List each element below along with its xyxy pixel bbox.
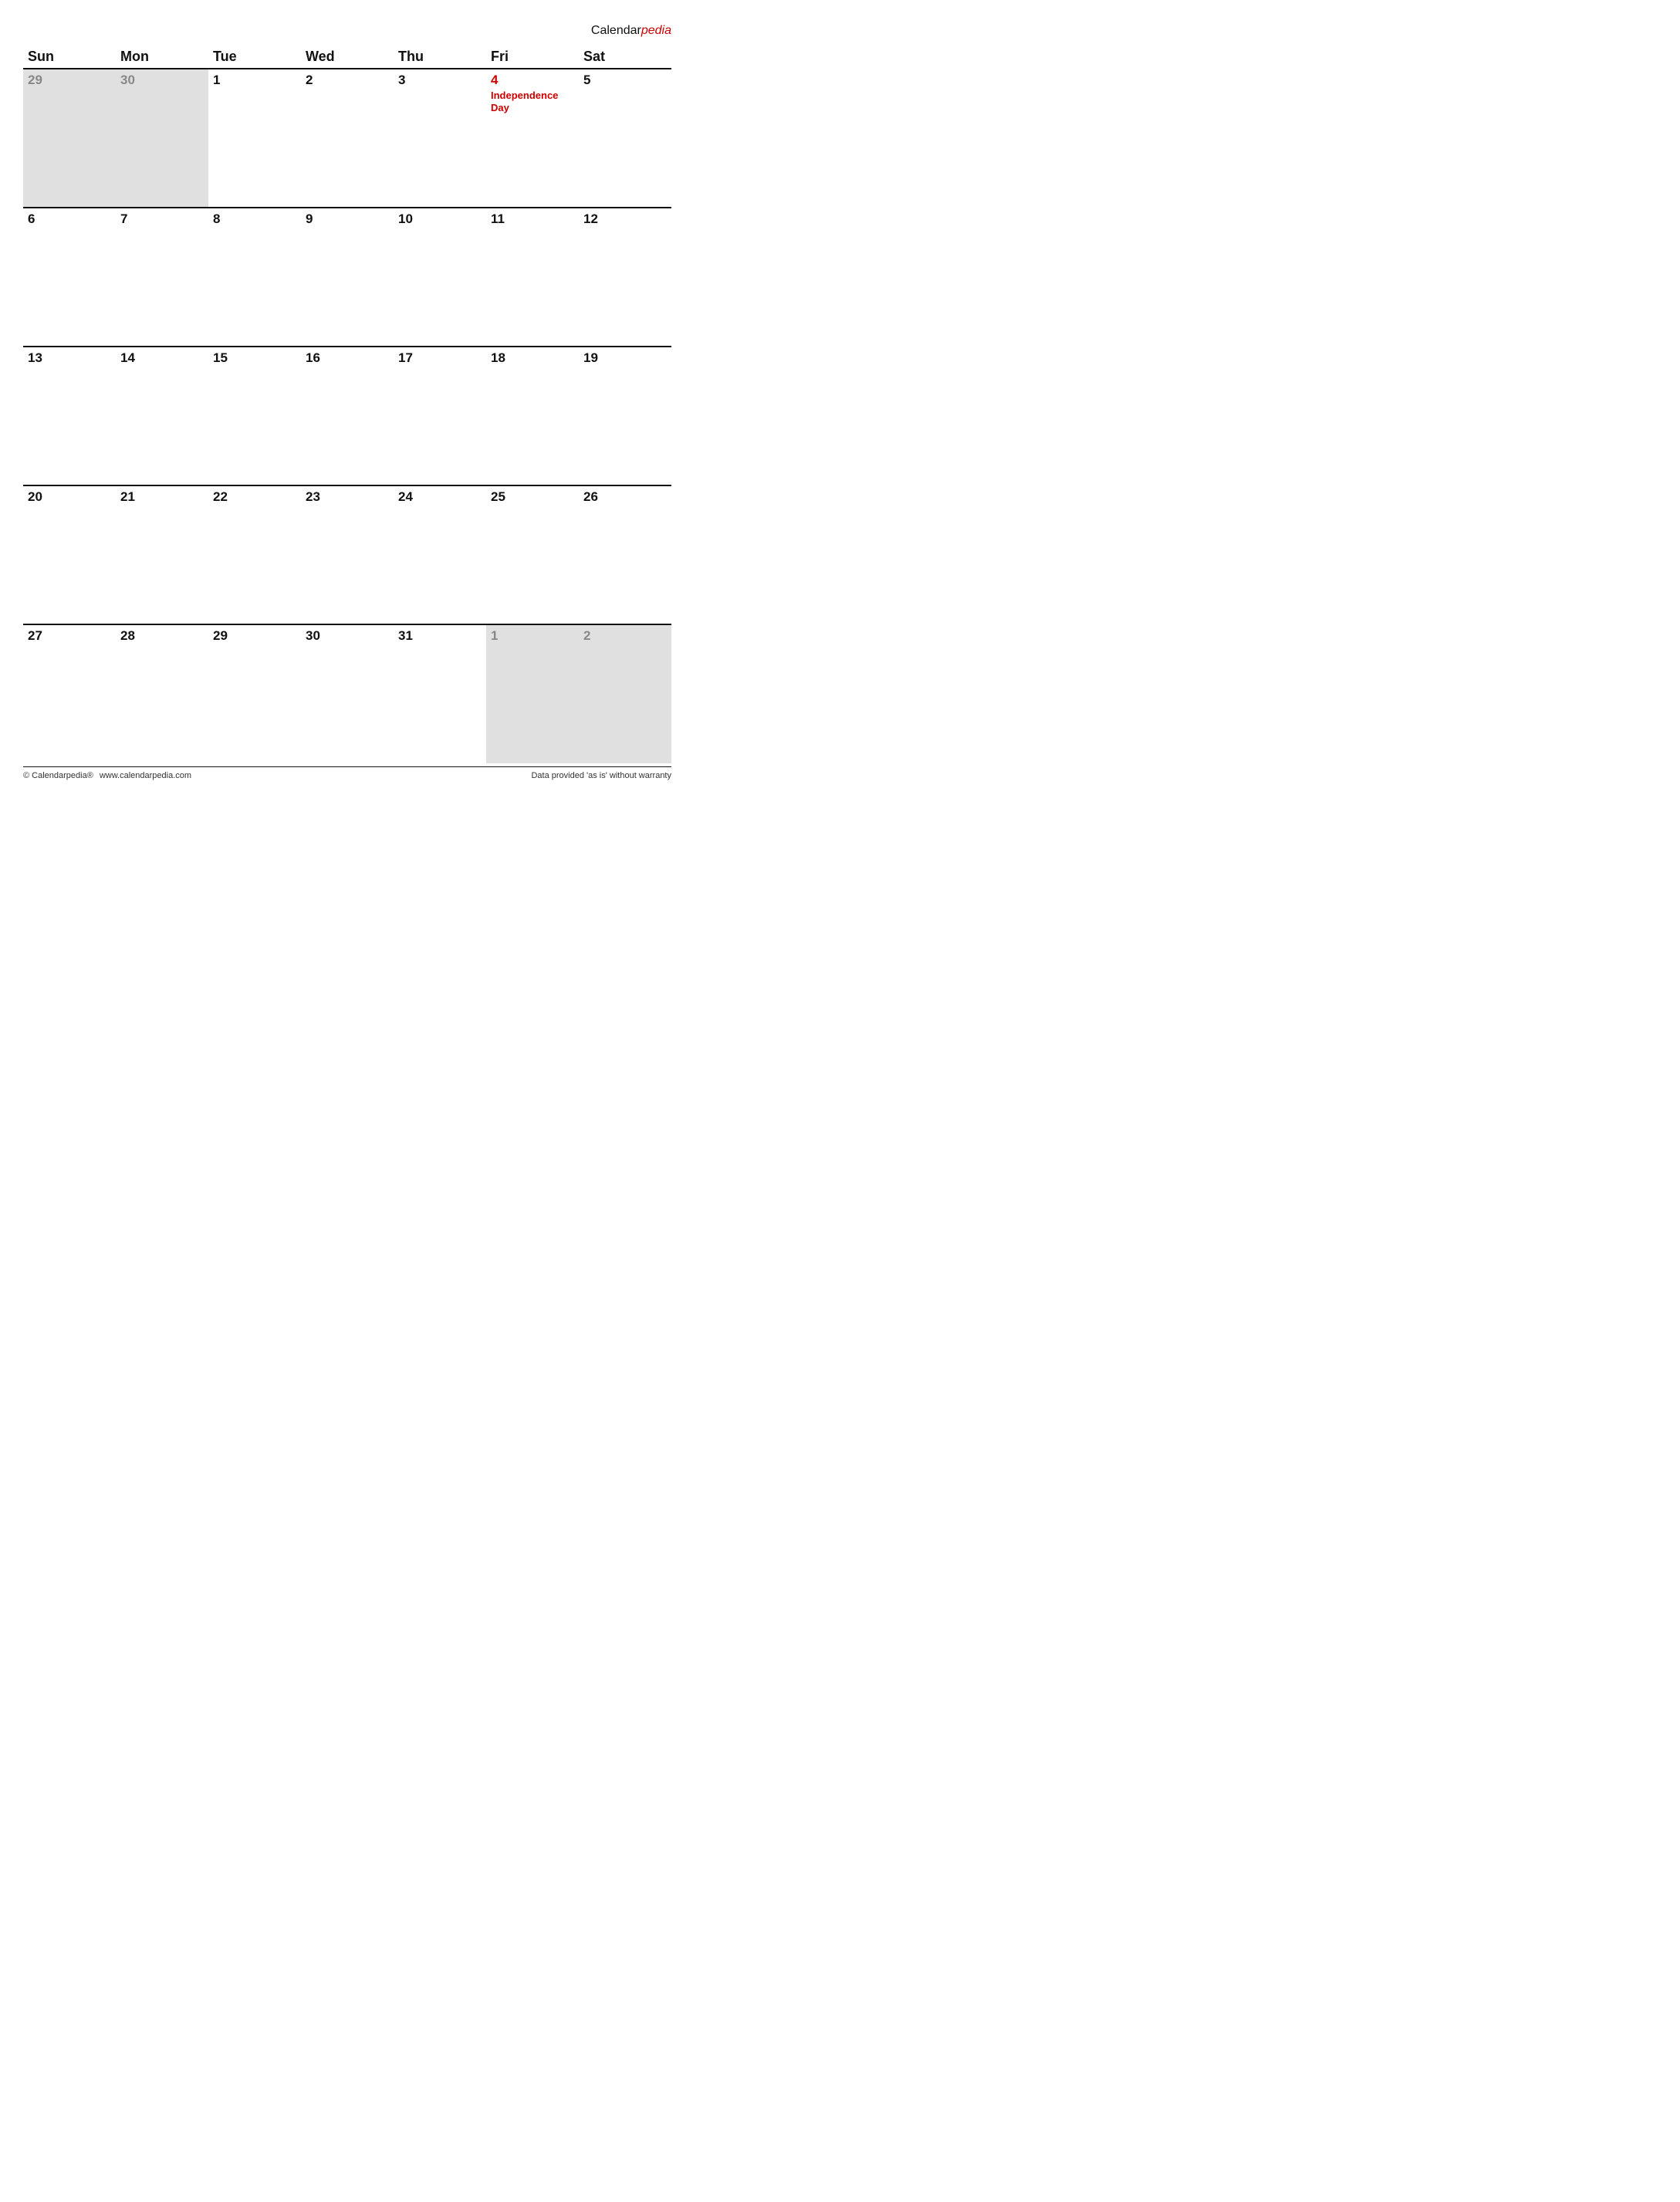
calendar-day: 14	[116, 347, 208, 485]
date-number: 30	[306, 628, 320, 643]
calendar-day: 9	[301, 208, 394, 347]
calendar-day: 31	[394, 624, 486, 763]
calendar-day: 1	[208, 69, 301, 208]
calendar-day: 27	[23, 624, 116, 763]
date-number: 29	[213, 628, 228, 643]
date-number: 15	[213, 350, 228, 365]
calendar-day: 3	[394, 69, 486, 208]
footer-left: © Calendarpedia® www.calendarpedia.com	[23, 771, 191, 780]
calendar-day: 21	[116, 485, 208, 624]
date-number: 4	[491, 73, 498, 87]
date-number: 20	[28, 489, 42, 504]
page-footer: © Calendarpedia® www.calendarpedia.com D…	[23, 766, 671, 780]
date-number: 2	[583, 628, 590, 643]
calendar-day: 17	[394, 347, 486, 485]
date-number: 8	[213, 211, 220, 226]
calendar-day: 22	[208, 485, 301, 624]
date-number: 10	[398, 211, 413, 226]
date-number: 18	[491, 350, 505, 365]
calendar-day: 2	[301, 69, 394, 208]
date-number: 17	[398, 350, 413, 365]
calendar-day: 30	[116, 69, 208, 208]
calendar-day: 16	[301, 347, 394, 485]
day-header-sun: Sun	[23, 46, 116, 69]
date-number: 29	[28, 73, 42, 87]
day-header-sat: Sat	[579, 46, 671, 69]
day-header-tue: Tue	[208, 46, 301, 69]
day-header-thu: Thu	[394, 46, 486, 69]
date-number: 11	[491, 211, 505, 226]
footer-url: www.calendarpedia.com	[100, 771, 191, 780]
week-row-0: 29 30 1 2 3 4 Independence Day 5	[23, 69, 671, 208]
calendar-day: 29	[23, 69, 116, 208]
date-number: 6	[28, 211, 35, 226]
calendar-day: 29	[208, 624, 301, 763]
day-header-mon: Mon	[116, 46, 208, 69]
day-header-wed: Wed	[301, 46, 394, 69]
date-number: 14	[120, 350, 135, 365]
calendar-day: 5	[579, 69, 671, 208]
calendar-day: 6	[23, 208, 116, 347]
calendar-day: 4 Independence Day	[486, 69, 579, 208]
calendar-day: 25	[486, 485, 579, 624]
day-header-fri: Fri	[486, 46, 579, 69]
day-headers-row: SunMonTueWedThuFriSat	[23, 46, 671, 69]
calendar-day: 30	[301, 624, 394, 763]
date-number: 27	[28, 628, 42, 643]
date-number: 9	[306, 211, 313, 226]
date-number: 23	[306, 489, 320, 504]
calendar-day: 18	[486, 347, 579, 485]
date-number: 19	[583, 350, 598, 365]
date-number: 28	[120, 628, 135, 643]
calendar-day: 1	[486, 624, 579, 763]
calendar-day: 20	[23, 485, 116, 624]
holiday-label: Independence Day	[491, 90, 574, 113]
calendar-day: 10	[394, 208, 486, 347]
brand-logo: Calendarpedia	[591, 23, 671, 38]
brand-italic: pedia	[641, 24, 671, 37]
calendar-day: 13	[23, 347, 116, 485]
footer-copyright: © Calendarpedia®	[23, 771, 93, 780]
week-row-2: 13 14 15 16 17 18 19	[23, 347, 671, 485]
calendar-day: 11	[486, 208, 579, 347]
date-number: 2	[306, 73, 313, 87]
calendar-day: 28	[116, 624, 208, 763]
date-number: 5	[583, 73, 590, 87]
calendar-day: 8	[208, 208, 301, 347]
calendar-body: 29301234Independence Day5678910111213141…	[23, 69, 671, 763]
date-number: 16	[306, 350, 320, 365]
date-number: 1	[213, 73, 220, 87]
date-number: 25	[491, 489, 505, 504]
calendar-day: 26	[579, 485, 671, 624]
date-number: 13	[28, 350, 42, 365]
page-header: Calendarpedia	[23, 23, 671, 38]
calendar-day: 23	[301, 485, 394, 624]
calendar-day: 24	[394, 485, 486, 624]
calendar-day: 19	[579, 347, 671, 485]
brand-name: Calendarpedia	[591, 23, 671, 38]
footer-disclaimer: Data provided 'as is' without warranty	[531, 771, 671, 780]
calendar-header: SunMonTueWedThuFriSat	[23, 46, 671, 69]
date-number: 26	[583, 489, 598, 504]
calendar-day: 2	[579, 624, 671, 763]
date-number: 21	[120, 489, 135, 504]
date-number: 1	[491, 628, 498, 643]
date-number: 31	[398, 628, 413, 643]
week-row-1: 6 7 8 9 10 11 12	[23, 208, 671, 347]
calendar-day: 15	[208, 347, 301, 485]
date-number: 24	[398, 489, 413, 504]
date-number: 22	[213, 489, 228, 504]
week-row-3: 20 21 22 23 24 25 26	[23, 485, 671, 624]
calendar-table: SunMonTueWedThuFriSat 29301234Independen…	[23, 46, 671, 763]
date-number: 30	[120, 73, 135, 87]
calendar-day: 12	[579, 208, 671, 347]
calendar-day: 7	[116, 208, 208, 347]
date-number: 12	[583, 211, 598, 226]
week-row-4: 27 28 29 30 31 1 2	[23, 624, 671, 763]
date-number: 7	[120, 211, 127, 226]
date-number: 3	[398, 73, 405, 87]
